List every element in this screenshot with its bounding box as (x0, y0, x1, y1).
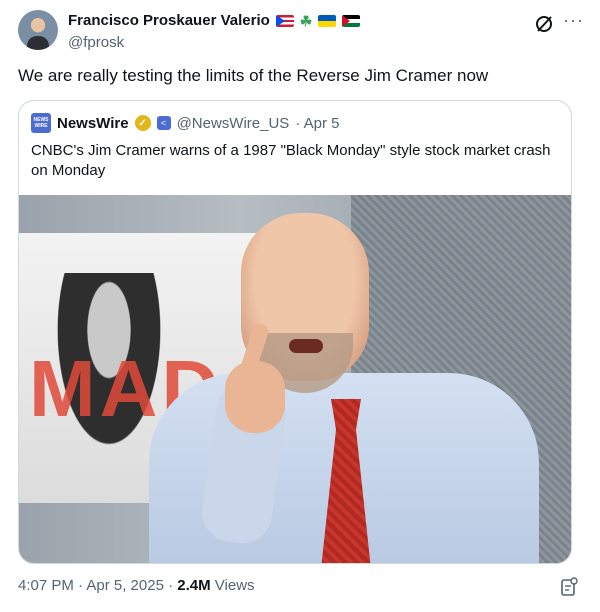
quoted-tweet-header: NEWS WIRE NewsWire ✓ < @NewsWire_US · Ap… (31, 113, 340, 133)
quoted-author-handle[interactable]: @NewsWire_US (177, 115, 290, 132)
quoted-author-name[interactable]: NewsWire (57, 115, 129, 132)
shamrock-icon: ☘ (299, 12, 313, 29)
photo-person-hand (225, 361, 285, 433)
tweet-footer: 4:07 PM · Apr 5, 2025 · 2.4M Views (18, 577, 255, 594)
quoted-date[interactable]: · Apr 5 (295, 115, 339, 132)
author-name[interactable]: Francisco Proskauer Valerio (68, 12, 270, 29)
views-count: 2.4M (177, 577, 211, 594)
photo-person (149, 213, 539, 563)
palestine-flag-icon (342, 14, 361, 27)
tweet-timestamp[interactable]: 4:07 PM · Apr 5, 2025 · (18, 577, 173, 594)
author-header: Francisco Proskauer Valerio ☘ (68, 12, 361, 29)
affiliate-badge-icon: < (156, 116, 171, 130)
quoted-tweet-text: CNBC's Jim Cramer warns of a 1987 "Black… (31, 142, 551, 179)
quoted-tweet[interactable]: NEWS WIRE NewsWire ✓ < @NewsWire_US · Ap… (18, 100, 572, 564)
more-icon[interactable]: ··· (563, 10, 584, 31)
verified-badge-icon: ✓ (134, 115, 151, 131)
author-avatar[interactable] (18, 10, 58, 50)
photo-person-mouth (289, 339, 323, 353)
puerto-rico-flag-icon (275, 14, 294, 27)
views-label: Views (214, 577, 255, 594)
logo-text-bottom: WIRE (34, 123, 48, 129)
ukraine-flag-icon (318, 14, 337, 27)
quoted-tweet-photo[interactable]: MAD (19, 195, 571, 563)
newswire-logo[interactable]: NEWS WIRE (31, 113, 51, 133)
grok-icon[interactable] (534, 14, 554, 34)
author-handle[interactable]: @fprosk (68, 34, 124, 51)
bookmark-icon[interactable] (560, 577, 578, 597)
tweet-text: We are really testing the limits of the … (18, 66, 489, 85)
